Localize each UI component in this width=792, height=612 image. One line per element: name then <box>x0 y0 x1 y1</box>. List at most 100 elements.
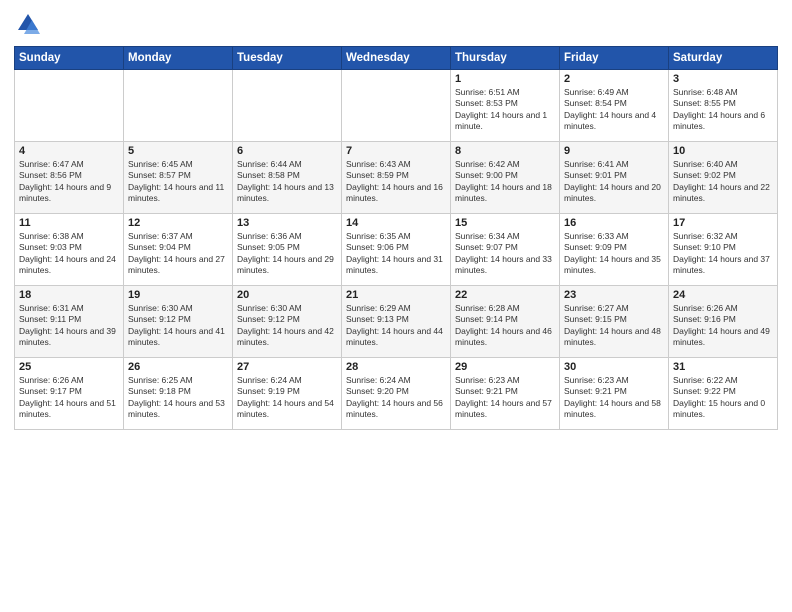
day-number: 31 <box>673 361 773 373</box>
calendar-cell: 7 Sunrise: 6:43 AM Sunset: 8:59 PM Daylig… <box>342 142 451 214</box>
day-info: Sunrise: 6:30 AM Sunset: 9:12 PM Dayligh… <box>128 303 225 347</box>
day-number: 16 <box>564 217 664 229</box>
day-info: Sunrise: 6:49 AM Sunset: 8:54 PM Dayligh… <box>564 87 656 131</box>
calendar-cell: 15 Sunrise: 6:34 AM Sunset: 9:07 PM Dayli… <box>451 214 560 286</box>
day-info: Sunrise: 6:32 AM Sunset: 9:10 PM Dayligh… <box>673 231 770 275</box>
day-info: Sunrise: 6:26 AM Sunset: 9:16 PM Dayligh… <box>673 303 770 347</box>
calendar-header-sunday: Sunday <box>15 47 124 70</box>
day-info: Sunrise: 6:35 AM Sunset: 9:06 PM Dayligh… <box>346 231 443 275</box>
day-number: 9 <box>564 145 664 157</box>
day-number: 12 <box>128 217 228 229</box>
day-info: Sunrise: 6:43 AM Sunset: 8:59 PM Dayligh… <box>346 159 443 203</box>
calendar-header-friday: Friday <box>560 47 669 70</box>
page: SundayMondayTuesdayWednesdayThursdayFrid… <box>0 0 792 612</box>
calendar-cell: 4 Sunrise: 6:47 AM Sunset: 8:56 PM Daylig… <box>15 142 124 214</box>
calendar-cell: 14Sunrise: 6:35 AM Sunset: 9:06 PM Dayli… <box>342 214 451 286</box>
day-number: 7 <box>346 145 446 157</box>
day-number: 30 <box>564 361 664 373</box>
day-number: 1 <box>455 73 555 85</box>
day-info: Sunrise: 6:33 AM Sunset: 9:09 PM Dayligh… <box>564 231 661 275</box>
day-number: 29 <box>455 361 555 373</box>
day-info: Sunrise: 6:45 AM Sunset: 8:57 PM Dayligh… <box>128 159 224 203</box>
day-number: 24 <box>673 289 773 301</box>
calendar-header-monday: Monday <box>124 47 233 70</box>
day-number: 21 <box>346 289 446 301</box>
logo-icon <box>14 10 42 38</box>
calendar-cell: 18Sunrise: 6:31 AM Sunset: 9:11 PM Dayli… <box>15 286 124 358</box>
calendar-cell: 24 Sunrise: 6:26 AM Sunset: 9:16 PM Dayli… <box>669 286 778 358</box>
calendar-cell: 13Sunrise: 6:36 AM Sunset: 9:05 PM Dayli… <box>233 214 342 286</box>
calendar-cell: 23 Sunrise: 6:27 AM Sunset: 9:15 PM Dayli… <box>560 286 669 358</box>
day-number: 22 <box>455 289 555 301</box>
calendar-cell <box>342 70 451 142</box>
calendar-header-tuesday: Tuesday <box>233 47 342 70</box>
day-number: 5 <box>128 145 228 157</box>
calendar-cell: 11 Sunrise: 6:38 AM Sunset: 9:03 PM Dayli… <box>15 214 124 286</box>
calendar-cell: 3Sunrise: 6:48 AM Sunset: 8:55 PM Daylig… <box>669 70 778 142</box>
day-info: Sunrise: 6:29 AM Sunset: 9:13 PM Dayligh… <box>346 303 443 347</box>
day-info: Sunrise: 6:30 AM Sunset: 9:12 PM Dayligh… <box>237 303 334 347</box>
day-info: Sunrise: 6:41 AM Sunset: 9:01 PM Dayligh… <box>564 159 661 203</box>
day-number: 8 <box>455 145 555 157</box>
calendar-week-3: 11 Sunrise: 6:38 AM Sunset: 9:03 PM Dayli… <box>15 214 778 286</box>
day-number: 3 <box>673 73 773 85</box>
day-number: 28 <box>346 361 446 373</box>
day-info: Sunrise: 6:47 AM Sunset: 8:56 PM Dayligh… <box>19 159 111 203</box>
calendar-cell: 28 Sunrise: 6:24 AM Sunset: 9:20 PM Dayli… <box>342 358 451 430</box>
calendar-cell: 17 Sunrise: 6:32 AM Sunset: 9:10 PM Dayli… <box>669 214 778 286</box>
day-info: Sunrise: 6:22 AM Sunset: 9:22 PM Dayligh… <box>673 375 765 419</box>
day-number: 11 <box>19 217 119 229</box>
calendar-week-4: 18Sunrise: 6:31 AM Sunset: 9:11 PM Dayli… <box>15 286 778 358</box>
day-info: Sunrise: 6:34 AM Sunset: 9:07 PM Dayligh… <box>455 231 552 275</box>
calendar-cell: 19Sunrise: 6:30 AM Sunset: 9:12 PM Dayli… <box>124 286 233 358</box>
day-number: 2 <box>564 73 664 85</box>
calendar-cell: 25 Sunrise: 6:26 AM Sunset: 9:17 PM Dayli… <box>15 358 124 430</box>
header <box>14 10 778 38</box>
calendar-cell: 31 Sunrise: 6:22 AM Sunset: 9:22 PM Dayli… <box>669 358 778 430</box>
calendar-cell: 12 Sunrise: 6:37 AM Sunset: 9:04 PM Dayli… <box>124 214 233 286</box>
day-number: 6 <box>237 145 337 157</box>
calendar-cell: 6 Sunrise: 6:44 AM Sunset: 8:58 PM Daylig… <box>233 142 342 214</box>
day-info: Sunrise: 6:26 AM Sunset: 9:17 PM Dayligh… <box>19 375 116 419</box>
day-info: Sunrise: 6:27 AM Sunset: 9:15 PM Dayligh… <box>564 303 661 347</box>
day-info: Sunrise: 6:44 AM Sunset: 8:58 PM Dayligh… <box>237 159 334 203</box>
calendar-cell: 21 Sunrise: 6:29 AM Sunset: 9:13 PM Dayli… <box>342 286 451 358</box>
day-number: 20 <box>237 289 337 301</box>
calendar-cell: 20 Sunrise: 6:30 AM Sunset: 9:12 PM Dayli… <box>233 286 342 358</box>
day-number: 10 <box>673 145 773 157</box>
day-info: Sunrise: 6:42 AM Sunset: 9:00 PM Dayligh… <box>455 159 552 203</box>
day-number: 23 <box>564 289 664 301</box>
calendar-cell: 16 Sunrise: 6:33 AM Sunset: 9:09 PM Dayli… <box>560 214 669 286</box>
day-info: Sunrise: 6:36 AM Sunset: 9:05 PM Dayligh… <box>237 231 334 275</box>
day-info: Sunrise: 6:25 AM Sunset: 9:18 PM Dayligh… <box>128 375 225 419</box>
day-number: 25 <box>19 361 119 373</box>
calendar-header-row: SundayMondayTuesdayWednesdayThursdayFrid… <box>15 47 778 70</box>
calendar-cell: 30 Sunrise: 6:23 AM Sunset: 9:21 PM Dayli… <box>560 358 669 430</box>
calendar-week-1: 1 Sunrise: 6:51 AM Sunset: 8:53 PM Daylig… <box>15 70 778 142</box>
day-number: 26 <box>128 361 228 373</box>
day-info: Sunrise: 6:37 AM Sunset: 9:04 PM Dayligh… <box>128 231 225 275</box>
day-number: 17 <box>673 217 773 229</box>
calendar-cell: 2 Sunrise: 6:49 AM Sunset: 8:54 PM Daylig… <box>560 70 669 142</box>
day-number: 27 <box>237 361 337 373</box>
calendar-cell <box>233 70 342 142</box>
day-info: Sunrise: 6:28 AM Sunset: 9:14 PM Dayligh… <box>455 303 552 347</box>
day-number: 15 <box>455 217 555 229</box>
calendar-cell: 22 Sunrise: 6:28 AM Sunset: 9:14 PM Dayli… <box>451 286 560 358</box>
calendar-cell: 9 Sunrise: 6:41 AM Sunset: 9:01 PM Daylig… <box>560 142 669 214</box>
day-info: Sunrise: 6:24 AM Sunset: 9:19 PM Dayligh… <box>237 375 334 419</box>
day-info: Sunrise: 6:51 AM Sunset: 8:53 PM Dayligh… <box>455 87 547 131</box>
calendar-header-saturday: Saturday <box>669 47 778 70</box>
day-info: Sunrise: 6:24 AM Sunset: 9:20 PM Dayligh… <box>346 375 443 419</box>
calendar-cell: 10 Sunrise: 6:40 AM Sunset: 9:02 PM Dayli… <box>669 142 778 214</box>
calendar-header-thursday: Thursday <box>451 47 560 70</box>
day-info: Sunrise: 6:23 AM Sunset: 9:21 PM Dayligh… <box>564 375 661 419</box>
day-info: Sunrise: 6:40 AM Sunset: 9:02 PM Dayligh… <box>673 159 770 203</box>
calendar-cell: 8 Sunrise: 6:42 AM Sunset: 9:00 PM Daylig… <box>451 142 560 214</box>
day-info: Sunrise: 6:31 AM Sunset: 9:11 PM Dayligh… <box>19 303 116 347</box>
day-number: 4 <box>19 145 119 157</box>
day-info: Sunrise: 6:38 AM Sunset: 9:03 PM Dayligh… <box>19 231 116 275</box>
day-info: Sunrise: 6:23 AM Sunset: 9:21 PM Dayligh… <box>455 375 552 419</box>
calendar-week-5: 25 Sunrise: 6:26 AM Sunset: 9:17 PM Dayli… <box>15 358 778 430</box>
calendar-table: SundayMondayTuesdayWednesdayThursdayFrid… <box>14 46 778 430</box>
